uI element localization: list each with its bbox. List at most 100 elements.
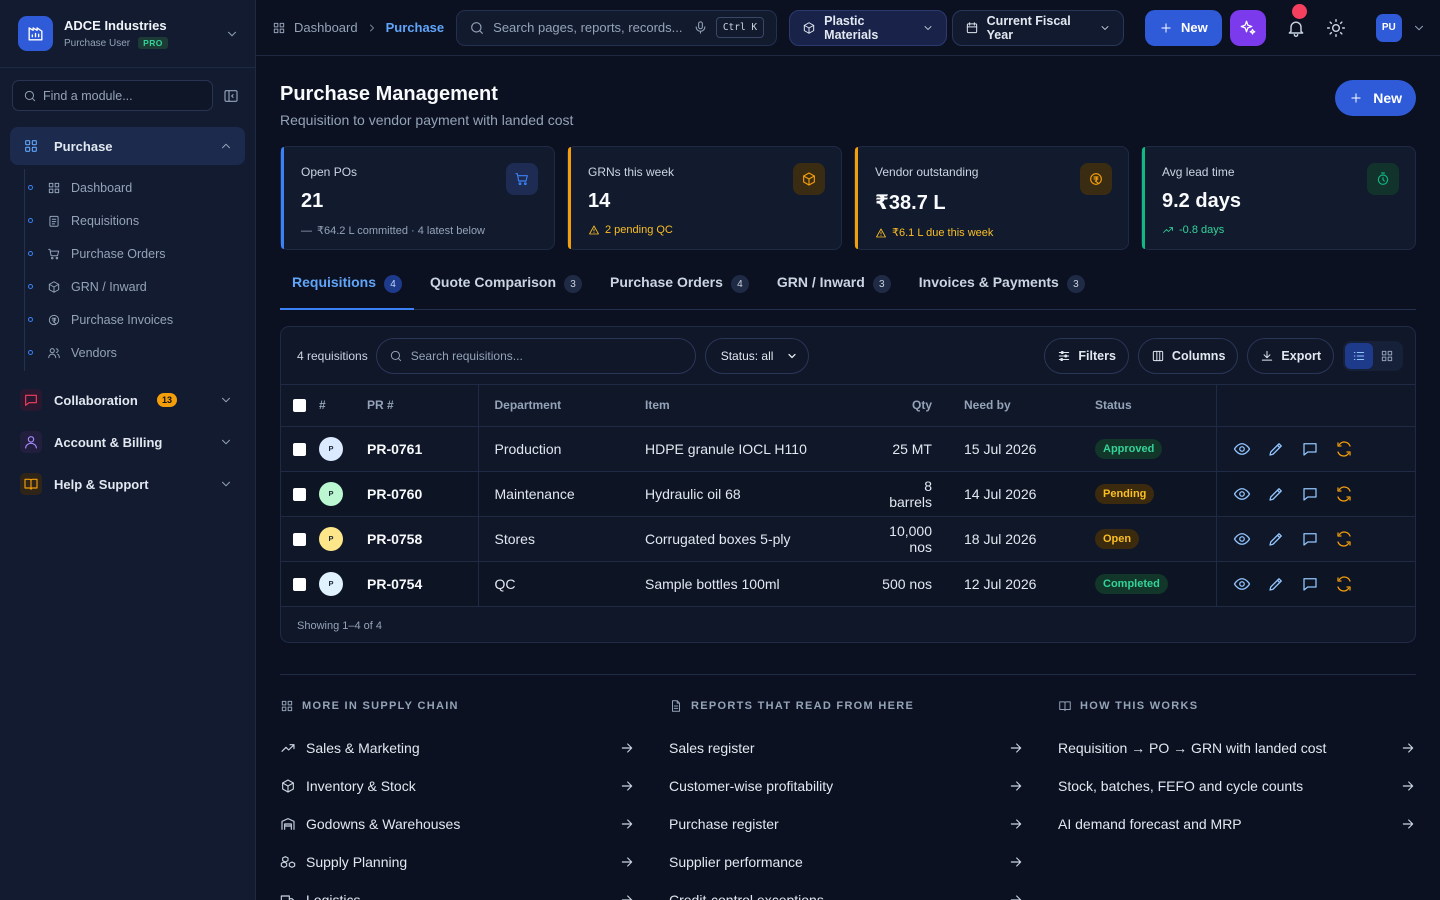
ai-sparkle-icon[interactable] (1229, 9, 1266, 46)
breadcrumb-dashboard-link[interactable]: Dashboard (294, 20, 358, 35)
chevron-down-icon[interactable] (1412, 21, 1426, 35)
page-new-button[interactable]: New (1335, 80, 1416, 116)
row-checkbox[interactable] (293, 533, 306, 547)
link-credit-control-exceptions[interactable]: Credit-control exceptions (669, 881, 1058, 900)
comment-icon[interactable] (1301, 485, 1319, 503)
kpi-vendor-outstanding[interactable]: Vendor outstanding ₹38.7 L ₹6.1 L due th… (854, 146, 1129, 250)
tab-grn-inward[interactable]: GRN / Inward 3 (765, 274, 903, 310)
select-all-checkbox[interactable] (293, 399, 306, 413)
tab-invoices-payments[interactable]: Invoices & Payments 3 (907, 274, 1097, 310)
link-sales-marketing[interactable]: Sales & Marketing (280, 729, 669, 767)
tab-requisitions[interactable]: Requisitions 4 (280, 274, 415, 310)
eye-icon[interactable] (1233, 530, 1251, 548)
filters-button[interactable]: Filters (1044, 337, 1129, 374)
warehouse-icon (280, 816, 296, 832)
kpi-grns-this-week[interactable]: GRNs this week 14 2 pending QC (567, 146, 842, 250)
sidebar-item-requisitions[interactable]: Requisitions (25, 204, 245, 237)
grid-view-icon[interactable] (1373, 343, 1401, 369)
column-header-department[interactable]: Department (478, 385, 629, 427)
org-name: ADCE Industries (64, 18, 167, 33)
link-logistics[interactable]: Logistics (280, 881, 669, 900)
sidebar-item-grn-inward[interactable]: GRN / Inward (25, 270, 245, 303)
table-row[interactable]: P PR-0760 Maintenance Hydraulic oil 68 8… (281, 471, 1415, 517)
pencil-icon[interactable] (1267, 440, 1285, 458)
row-checkbox[interactable] (293, 443, 306, 457)
comment-icon[interactable] (1301, 575, 1319, 593)
grid-icon (47, 181, 61, 195)
list-view-icon[interactable] (1345, 342, 1373, 369)
pr-number[interactable]: PR-0760 (367, 471, 479, 517)
truck-icon (280, 892, 296, 900)
eye-icon[interactable] (1233, 440, 1251, 458)
sidebar-item-purchase-invoices[interactable]: Purchase Invoices (25, 303, 245, 336)
table-row[interactable]: P PR-0758 Stores Corrugated boxes 5-ply … (281, 516, 1415, 562)
sidebar-item-vendors[interactable]: Vendors (25, 336, 245, 369)
pencil-icon[interactable] (1267, 575, 1285, 593)
module-search-input[interactable]: Find a module... (12, 80, 213, 111)
column-header-qty[interactable]: Qty (879, 385, 964, 427)
microphone-icon[interactable] (693, 20, 708, 35)
link-customer-profitability[interactable]: Customer-wise profitability (669, 767, 1058, 805)
pr-number[interactable]: PR-0754 (367, 561, 479, 607)
eye-icon[interactable] (1233, 575, 1251, 593)
bell-icon[interactable] (1286, 3, 1307, 38)
sidebar: ADCE Industries Purchase User PRO Find a … (0, 0, 256, 900)
column-header-item[interactable]: Item (629, 385, 879, 427)
link-stock-batches[interactable]: Stock, batches, FEFO and cycle counts (1058, 767, 1416, 805)
table-row[interactable]: P PR-0761 Production HDPE granule IOCL H… (281, 426, 1415, 472)
column-header-actions (1215, 385, 1415, 427)
sidebar-group-help-support[interactable]: Help & Support (10, 465, 245, 503)
export-button[interactable]: Export (1247, 337, 1334, 374)
trend-up-icon (1162, 224, 1174, 236)
link-supply-planning[interactable]: Supply Planning (280, 843, 669, 881)
org-switcher[interactable]: ADCE Industries Purchase User PRO (0, 0, 255, 68)
link-godowns-warehouses[interactable]: Godowns & Warehouses (280, 805, 669, 843)
link-supplier-performance[interactable]: Supplier performance (669, 843, 1058, 881)
pencil-icon[interactable] (1267, 530, 1285, 548)
tab-purchase-orders[interactable]: Purchase Orders 4 (598, 274, 761, 310)
row-checkbox[interactable] (293, 488, 306, 502)
row-checkbox[interactable] (293, 578, 306, 592)
sidebar-group-purchase[interactable]: Purchase (10, 127, 245, 165)
tab-quote-comparison[interactable]: Quote Comparison 3 (418, 274, 594, 310)
collapse-sidebar-icon[interactable] (223, 88, 239, 104)
sync-icon[interactable] (1335, 575, 1353, 593)
page-new-label: New (1373, 90, 1402, 106)
comment-icon[interactable] (1301, 440, 1319, 458)
sidebar-item-dashboard[interactable]: Dashboard (25, 171, 245, 204)
sidebar-group-collaboration[interactable]: Collaboration 13 (10, 381, 245, 419)
link-purchase-register[interactable]: Purchase register (669, 805, 1058, 843)
column-header-need-by[interactable]: Need by (964, 385, 1095, 427)
pencil-icon[interactable] (1267, 485, 1285, 503)
link-ai-demand-forecast[interactable]: AI demand forecast and MRP (1058, 805, 1416, 843)
status-filter-select[interactable]: Status: all (704, 337, 809, 374)
pr-number[interactable]: PR-0761 (367, 426, 479, 472)
sidebar-item-purchase-orders[interactable]: Purchase Orders (25, 237, 245, 270)
kpi-avg-lead-time[interactable]: Avg lead time 9.2 days -0.8 days (1141, 146, 1416, 250)
period-selector[interactable]: Current Fiscal Year (951, 9, 1124, 46)
column-header-pr[interactable]: PR # (367, 385, 479, 427)
kpi-open-pos[interactable]: Open POs 21 — ₹64.2 L committed · 4 lates… (280, 146, 555, 250)
sync-icon[interactable] (1335, 485, 1353, 503)
comment-icon[interactable] (1301, 530, 1319, 548)
qty: 10,000 nos (879, 516, 964, 562)
sun-icon[interactable] (1326, 18, 1346, 38)
eye-icon[interactable] (1233, 485, 1251, 503)
link-requisition-flow[interactable]: Requisition → PO → GRN with landed cost (1058, 729, 1416, 767)
sync-icon[interactable] (1335, 530, 1353, 548)
arrow-right-icon (1400, 778, 1416, 794)
sidebar-group-account-billing[interactable]: Account & Billing (10, 423, 245, 461)
link-sales-register[interactable]: Sales register (669, 729, 1058, 767)
sync-icon[interactable] (1335, 440, 1353, 458)
user-avatar[interactable]: PU (1375, 13, 1402, 42)
link-label: Stock, batches, FEFO and cycle counts (1058, 778, 1304, 794)
requisition-search-input[interactable]: Search requisitions... (375, 337, 696, 374)
new-button[interactable]: New (1144, 9, 1222, 46)
link-inventory-stock[interactable]: Inventory & Stock (280, 767, 669, 805)
column-header-status[interactable]: Status (1095, 385, 1216, 427)
columns-button[interactable]: Columns (1137, 337, 1239, 374)
pr-number[interactable]: PR-0758 (367, 516, 479, 562)
division-selector[interactable]: Plastic Materials (789, 9, 947, 46)
table-row[interactable]: P PR-0754 QC Sample bottles 100ml 500 no… (281, 561, 1415, 607)
global-search-input[interactable]: Search pages, reports, records... Ctrl K (456, 9, 778, 46)
